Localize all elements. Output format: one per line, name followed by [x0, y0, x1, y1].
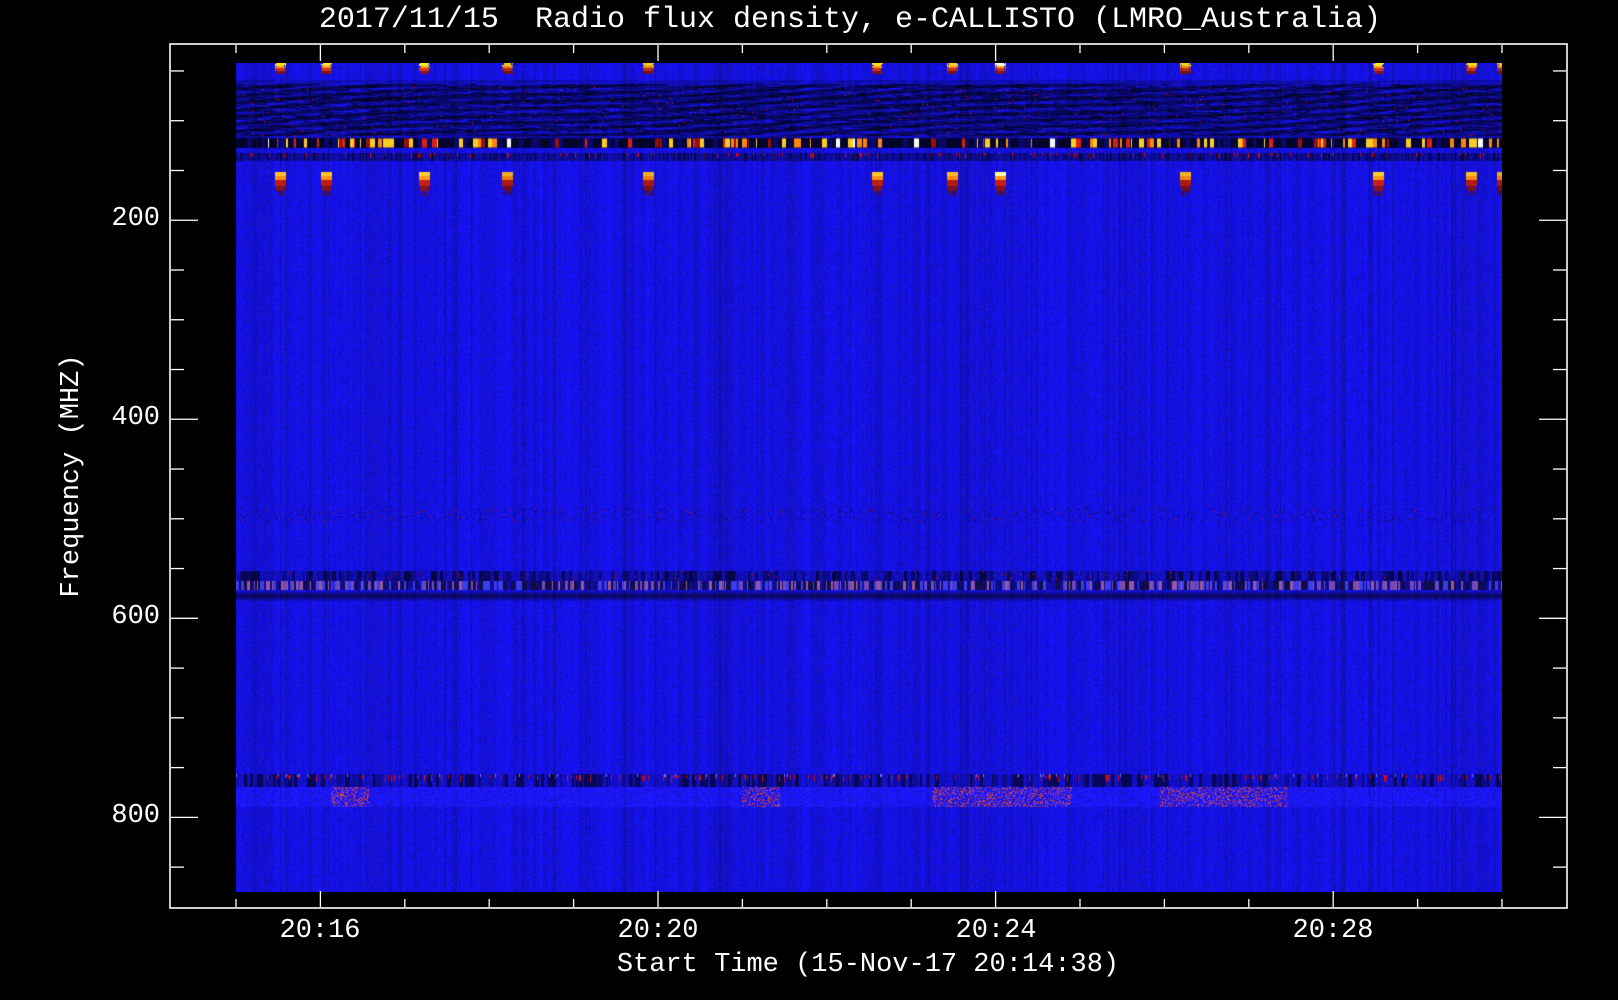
spectrogram-page: 2017/11/15 Radio flux density, e-CALLIST… [0, 0, 1618, 1000]
x-tick-label: 20:24 [955, 916, 1037, 946]
plot-frame [169, 43, 1568, 909]
x-axis-title: Start Time (15-Nov-17 20:14:38) [616, 950, 1120, 980]
x-tick-label: 20:28 [1292, 916, 1374, 946]
x-tick-label: 20:16 [279, 916, 361, 946]
x-tick-label: 20:20 [617, 916, 699, 946]
y-tick-label: 200 [111, 204, 160, 234]
y-tick-label: 600 [111, 602, 160, 632]
y-tick-label: 800 [111, 801, 160, 831]
axes-frame [169, 43, 1568, 909]
y-axis-title: Frequency (MHZ) [57, 354, 87, 598]
